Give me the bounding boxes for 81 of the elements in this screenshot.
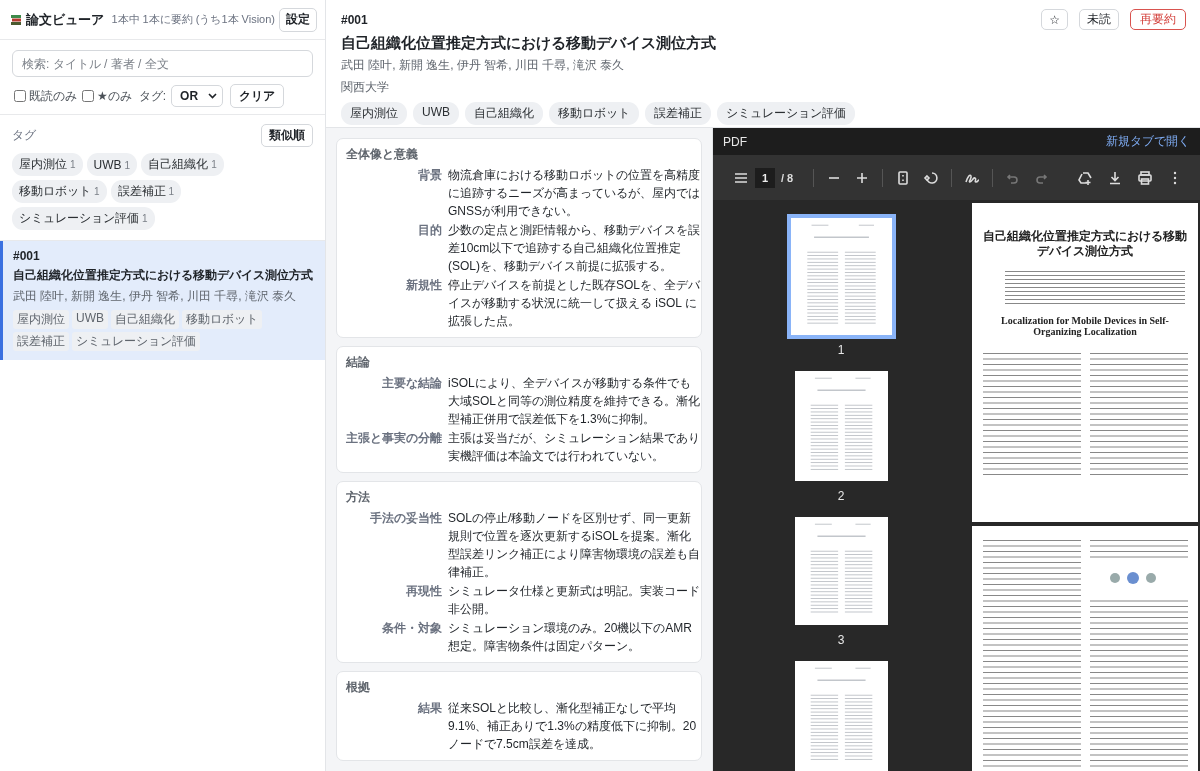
tag-filter-chip[interactable]: 屋内測位 1 — [12, 153, 83, 176]
page-subtitle: Localization for Mobile Devices in Self-Organizing Localization — [1000, 315, 1170, 337]
field-label: 条件・対象 — [381, 620, 442, 637]
sort-button[interactable]: 類似順 — [261, 124, 313, 147]
affiliation: 関西大学 — [341, 79, 390, 96]
open-in-new-tab-link[interactable]: 新規タブで開く — [1106, 133, 1190, 150]
tag-label: 誤差補正 — [13, 332, 69, 351]
page-thumbnail[interactable] — [794, 371, 888, 482]
paper-authors: 武田 陸叶, 新開 逸生, 伊丹 智希, 川田 千尋, 滝沢 泰久 — [13, 288, 298, 305]
summary-status: 1本中 1本に要約 (うち1本 Vision) — [111, 12, 275, 27]
app-title: 論文ビューア — [26, 10, 104, 29]
books-icon — [10, 13, 22, 26]
rotate-icon[interactable] — [923, 169, 940, 186]
unread-button[interactable]: 未読 — [1079, 9, 1119, 30]
tag-chip: 自己組織化 — [465, 102, 543, 125]
tag-chip: シミュレーション評価 — [717, 102, 855, 125]
tag-filter-chip[interactable]: 自己組織化 1 — [141, 153, 224, 176]
field-text: 少数の定点と測距情報から、移動デバイスを誤差10cm以下で追跡する自己組織化位置推定(SOL)を、移動デバイス前提に拡張する。 — [448, 222, 701, 275]
tag-filter-chip[interactable]: 移動ロボット 1 — [12, 180, 107, 203]
tag-chip: 移動ロボット — [549, 102, 639, 125]
tag-chip: 屋内測位 — [341, 102, 407, 125]
page-thumbnail[interactable] — [794, 661, 888, 771]
tag-filter-chip[interactable]: シミュレーション評価 1 — [12, 207, 155, 230]
section-label: タグ — [12, 127, 36, 144]
tag-mode-label: タグ: — [138, 87, 167, 105]
field-label: 目的 — [417, 222, 442, 239]
field-text: iSOLにより、全デバイスが移動する条件でも大域SOLと同等の測位精度を維持できる。漸化型補正併用で誤差低下を1.3%に抑制。 — [448, 375, 701, 428]
page-number-field[interactable]: 1 — [755, 167, 775, 188]
paper-title: 自己組織化位置推定方式における移動デバイス測位方式 — [341, 34, 717, 53]
field-text: 従来SOLと比較し、漸化型補正なしで平均9.1%、補正ありで1.3%の精度低下に抑制。20ノードで7.5cm誤差を達成。 — [448, 700, 698, 753]
checkbox[interactable] — [82, 90, 94, 102]
page-count: / 8 — [781, 171, 794, 184]
tag-filter-chip[interactable]: 誤差補正 1 — [110, 180, 182, 203]
triangle-plus-icon[interactable] — [1077, 169, 1094, 186]
paper-title: 自己組織化位置推定方式における移動デバイス測位方式 — [13, 267, 314, 284]
pdf-label: PDF — [723, 134, 747, 149]
field-label: 手法の妥当性 — [369, 510, 442, 527]
clear-button[interactable]: クリア — [230, 84, 285, 108]
tag-filter-chip[interactable]: UWB 1 — [86, 153, 138, 176]
search-field[interactable]: 検索: タイトル / 著者 / 全文 — [12, 50, 313, 77]
section-heading: 方法 — [346, 489, 371, 506]
field-label: 再現性 — [405, 583, 442, 600]
tag-label: シミュレーション評価 — [72, 332, 200, 351]
tag-label: UWB — [72, 310, 108, 329]
page-number: 3 — [837, 633, 845, 648]
section-heading: 根拠 — [346, 679, 371, 696]
section-heading: 全体像と意義 — [346, 146, 419, 163]
paper-list-item[interactable]: #001 自己組織化位置推定方式における移動デバイス測位方式 武田 陸叶, 新開 逸生, 伊丹 智希, 川田 千尋, 滝沢 泰久 屋内測位 UWB 自己組織化 移動ロボット 誤差補正 シミュレーション評価 — [0, 241, 325, 360]
field-text: シミュレーション環境のみ。20機以下のAMR想定。障害物条件は固定パターン。 — [448, 620, 693, 655]
field-label: 背景 — [417, 167, 442, 184]
checkbox[interactable] — [14, 90, 26, 102]
star-button[interactable]: ☆ — [1041, 9, 1068, 30]
print-icon[interactable] — [1137, 169, 1154, 186]
paper-id: #001 — [341, 12, 368, 27]
tag-chip: 誤差補正 — [645, 102, 711, 125]
page-number: 2 — [837, 489, 845, 504]
section-heading: 結論 — [346, 354, 371, 371]
page-thumbnail[interactable] — [794, 517, 888, 626]
field-text: シミュレータ仕様と更新式は明記。実装コード非公開。 — [448, 583, 701, 618]
caret-icon — [208, 93, 218, 99]
field-label: 主要な結論 — [381, 375, 442, 392]
resummarize-button[interactable]: 再要約 — [1130, 9, 1186, 30]
field-label: 主張と事実の分離 — [346, 430, 442, 447]
settings-button[interactable]: 設定 — [279, 7, 317, 32]
field-label: 結果 — [417, 700, 442, 717]
field-label: 新規性 — [405, 277, 442, 294]
tag-label: 自己組織化 — [111, 310, 179, 329]
tag-mode-select[interactable]: OR — [171, 85, 224, 107]
tag-chip: UWB — [413, 102, 459, 125]
tag-label: 移動ロボット — [182, 310, 262, 329]
page-number: 1 — [837, 343, 845, 358]
paper-id: #001 — [13, 249, 41, 263]
checkbox-label: ★のみ — [97, 87, 132, 105]
page-title: 自己組織化位置推定方式における移動デバイス測位方式 — [982, 229, 1188, 259]
checkbox-label: 既読のみ — [29, 87, 77, 105]
tag-label: 屋内測位 — [13, 310, 69, 329]
field-text: 物流倉庫における移動ロボットの位置を高精度に追跡するニーズが高まっているが、屋内ではGNSSが利用できない。 — [448, 167, 701, 220]
paper-authors: 武田 陸叶, 新開 逸生, 伊丹 智希, 川田 千尋, 滝沢 泰久 — [341, 57, 626, 74]
field-text: 停止デバイスを前提とした既存SOLを、全デバイスが移動する状況に統一して扱える iSOL に拡張した点。 — [448, 277, 701, 330]
field-text: SOLの停止/移動ノードを区別せず、同一更新規則で位置を逐次更新するiSOLを提案。漸化型誤差リンク補正により障害物環境の誤差も自律補正。 — [448, 510, 701, 581]
field-text: 主張は妥当だが、シミュレーション結果であり実機評価は本論文では行われていない。 — [448, 430, 701, 465]
